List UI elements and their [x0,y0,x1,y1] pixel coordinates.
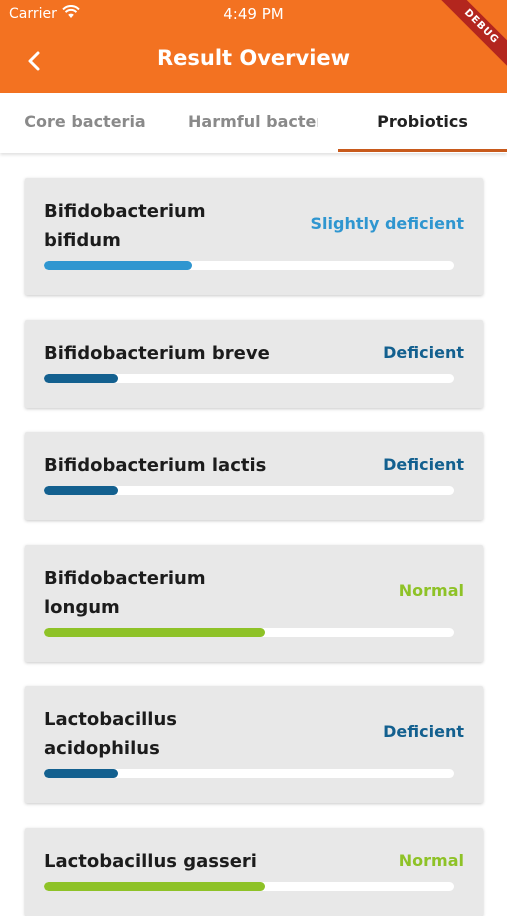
tab-probiotics[interactable]: Probiotics [338,93,507,153]
level-bar [44,628,454,637]
level-bar-fill [44,261,192,270]
active-tab-indicator [338,149,507,152]
bacteria-name: Lactobacillus gasseri [44,851,257,872]
status-time: 4:49 PM [223,5,284,23]
result-card[interactable]: Lactobacillus gasseri Normal [25,828,483,916]
status-label: Normal [398,581,464,600]
status-label: Deficient [383,722,464,741]
level-bar-fill [44,374,118,383]
result-card[interactable]: Bifidobacterium bifidum Slightly deficie… [25,178,483,295]
level-bar [44,882,454,891]
result-card[interactable]: Bifidobacterium breve Deficient [25,320,483,408]
status-label: Normal [398,851,464,870]
level-bar [44,374,454,383]
page-title: Result Overview [156,46,351,70]
bacteria-name: Lactobacillus acidophilus [44,709,177,759]
bacteria-name: Bifidobacterium breve [44,343,270,364]
status-label: Deficient [383,343,464,362]
tab-harmful-bacteria[interactable]: Harmful bacteria [188,93,318,153]
level-bar-fill [44,882,266,891]
level-bar [44,769,454,778]
level-bar [44,261,454,270]
result-card[interactable]: Bifidobacterium lactis Deficient [25,432,483,520]
status-label: Slightly deficient [310,214,465,233]
level-bar-fill [44,628,266,637]
app-header: Carrier 4:49 PM Result Overview DEBUG [0,0,507,93]
tab-core-bacteria[interactable]: Core bacteria [14,93,156,153]
level-bar-fill [44,769,118,778]
status-bar: Carrier 4:49 PM [0,0,507,28]
result-card[interactable]: Bifidobacterium longum Normal [25,545,483,662]
bacteria-name: Bifidobacterium longum [44,568,206,618]
result-card[interactable]: Lactobacillus acidophilus Deficient [25,686,483,803]
level-bar [44,486,454,495]
tab-bar: Core bacteria Harmful bacteria Probiotic… [0,93,507,153]
bacteria-name: Bifidobacterium lactis [44,455,267,476]
bacteria-name: Bifidobacterium bifidum [44,201,206,251]
level-bar-fill [44,486,118,495]
status-label: Deficient [383,455,464,474]
